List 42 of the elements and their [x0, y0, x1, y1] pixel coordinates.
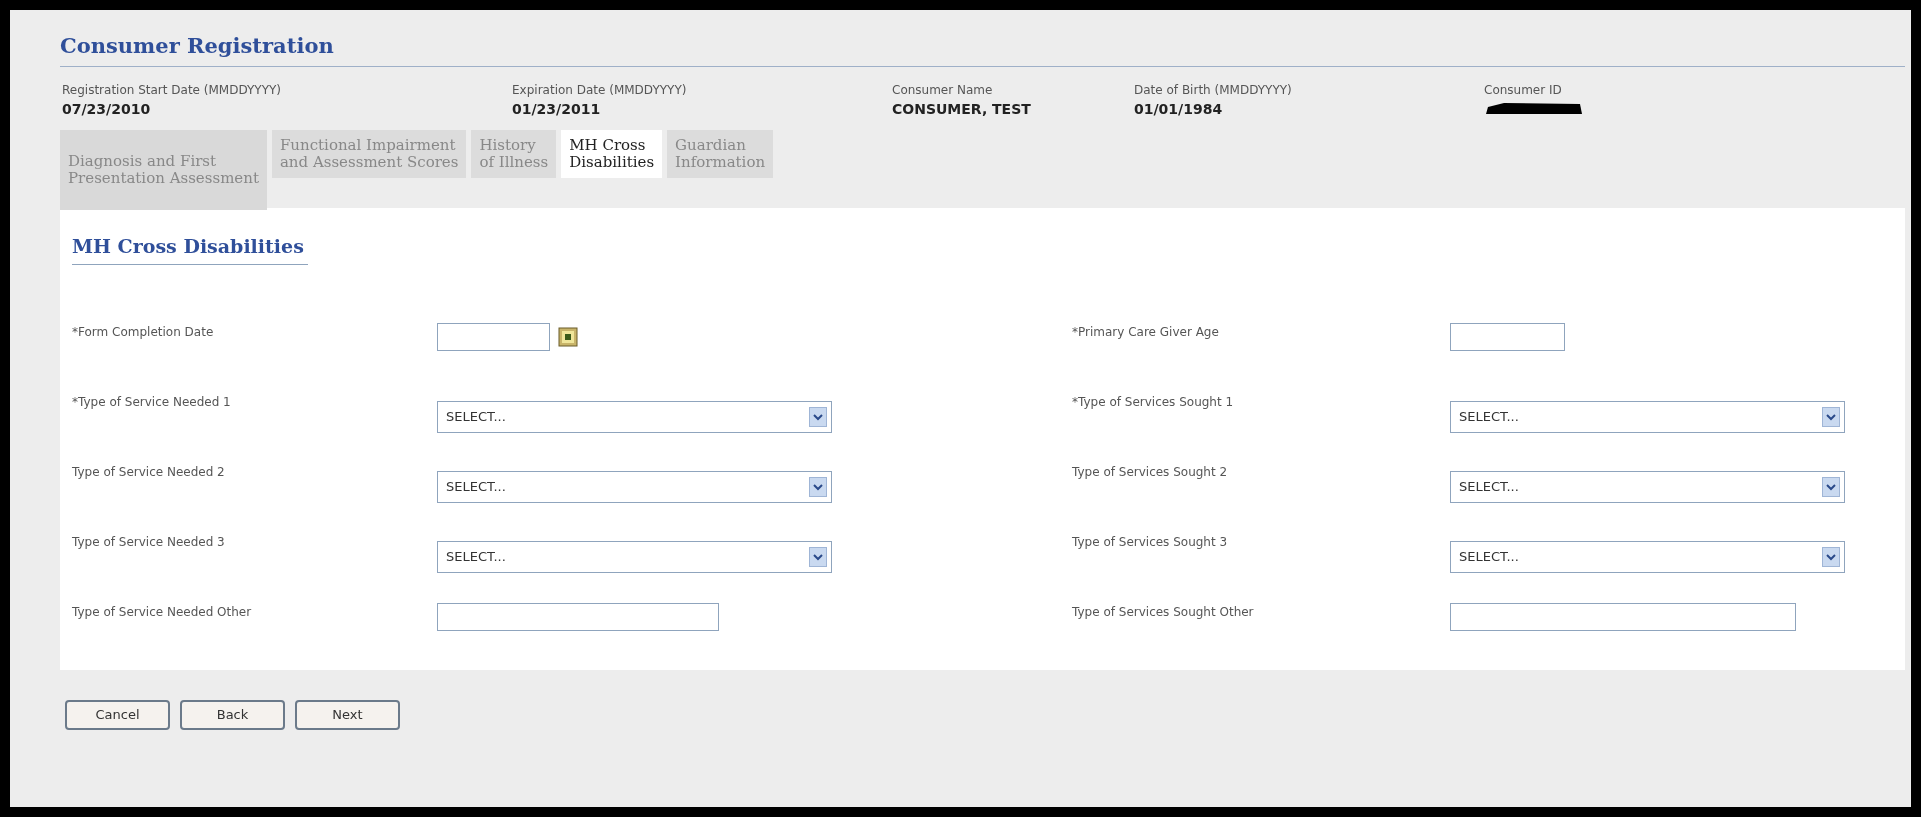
text-field[interactable]	[437, 603, 719, 631]
select-dropdown[interactable]: SELECT...	[437, 541, 832, 573]
field-label: Type of Service Needed Other	[72, 604, 253, 621]
info-label: Consumer Name	[892, 81, 994, 99]
form-button[interactable]: Cancel	[65, 699, 170, 730]
info-label: Expiration Date (MMDDYYYY)	[512, 81, 688, 99]
tab[interactable]: MH Cross Disabilities	[561, 129, 663, 178]
chevron-down-icon	[809, 407, 827, 427]
chevron-down-icon	[809, 477, 827, 497]
chevron-down-icon	[1822, 407, 1840, 427]
field-label: Type of Services Sought 3	[1072, 534, 1229, 551]
text-field[interactable]	[1450, 603, 1796, 631]
field-label: *Primary Care Giver Age	[1072, 324, 1220, 341]
select-dropdown[interactable]: SELECT...	[1450, 471, 1845, 503]
age-field[interactable]	[1450, 323, 1565, 351]
info-label: Date of Birth (MMDDYYYY)	[1134, 81, 1293, 99]
chevron-down-icon	[1822, 477, 1840, 497]
field-label: *Type of Service Needed 1	[72, 394, 232, 411]
field-label: Type of Service Needed 3	[72, 534, 226, 551]
select-dropdown[interactable]: SELECT...	[1450, 401, 1845, 433]
chevron-down-icon	[1822, 547, 1840, 567]
field-label: Type of Services Sought 2	[1072, 464, 1229, 481]
info-value: CONSUMER, TEST	[892, 99, 1032, 119]
field-label: Type of Service Needed 2	[72, 464, 226, 481]
field-label: *Form Completion Date	[72, 324, 215, 341]
info-label: Registration Start Date (MMDDYYYY)	[62, 81, 283, 99]
select-dropdown[interactable]: SELECT...	[1450, 541, 1845, 573]
page-title: Consumer Registration	[60, 32, 335, 60]
info-label: Consumer ID	[1484, 81, 1563, 99]
form-button[interactable]: Back	[180, 699, 285, 730]
form-button[interactable]: Next	[295, 699, 400, 730]
section-title: MH Cross Disabilities	[72, 231, 308, 265]
chevron-down-icon	[809, 547, 827, 567]
calendar-icon[interactable]	[558, 327, 578, 347]
field-label: *Type of Services Sought 1	[1072, 394, 1235, 411]
field-label: Type of Services Sought Other	[1072, 604, 1255, 621]
date-field[interactable]	[437, 323, 550, 351]
select-dropdown[interactable]: SELECT...	[437, 471, 832, 503]
info-value: 01/23/2011	[512, 99, 602, 119]
select-dropdown[interactable]: SELECT...	[437, 401, 832, 433]
info-value: 01/01/1984	[1134, 99, 1224, 119]
info-value: 07/23/2010	[62, 99, 152, 119]
